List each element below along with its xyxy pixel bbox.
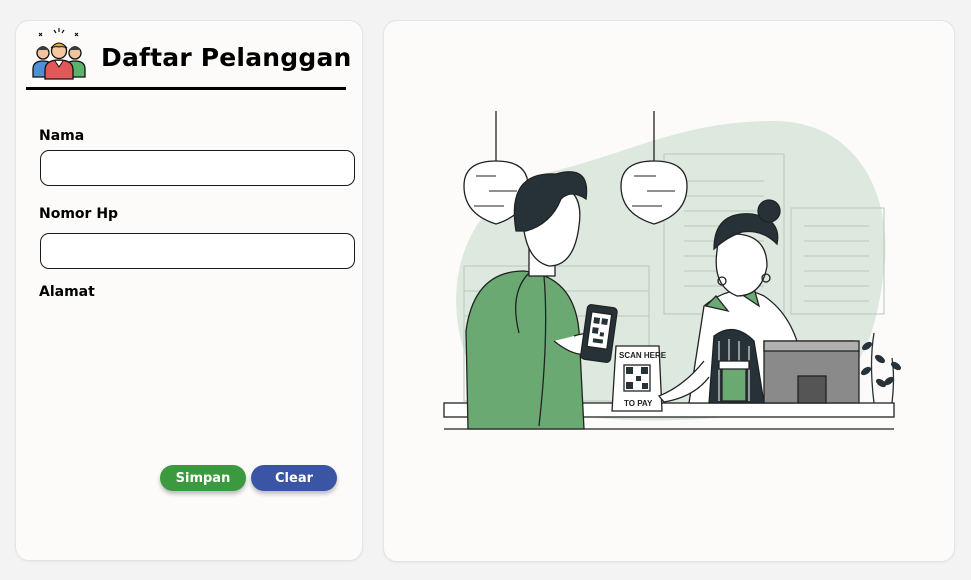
- scan-here-text: SCAN HERE: [619, 351, 667, 360]
- alamat-label: Alamat: [39, 284, 95, 300]
- to-pay-text: TO PAY: [624, 399, 653, 408]
- page-title: Daftar Pelanggan: [101, 43, 352, 72]
- title-divider: [26, 87, 346, 90]
- clear-button[interactable]: Clear: [251, 465, 337, 491]
- qr-payment-illustration: SCAN HERE TO PAY: [443, 111, 901, 430]
- nomor-hp-field[interactable]: [40, 233, 355, 269]
- nama-field[interactable]: [40, 150, 355, 186]
- save-button[interactable]: Simpan: [160, 465, 246, 491]
- nama-label: Nama: [39, 128, 85, 144]
- customer-group-icon: [32, 28, 86, 80]
- nomor-hp-label: Nomor Hp: [39, 206, 119, 222]
- illustration-panel: SCAN HERE TO PAY: [383, 20, 955, 562]
- customer-form-panel: Daftar Pelanggan Nama Nomor Hp Alamat Si…: [15, 20, 363, 561]
